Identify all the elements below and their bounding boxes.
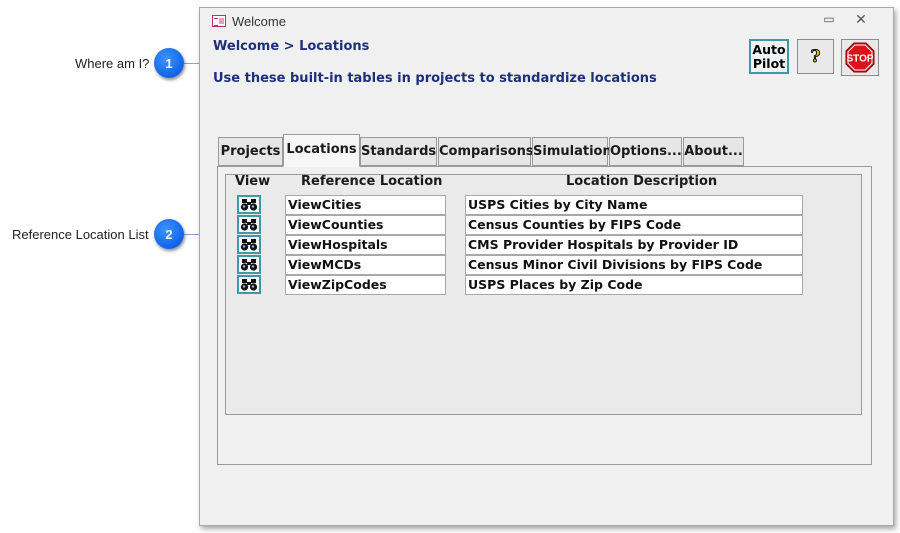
minimize-button[interactable]: ▭ xyxy=(820,12,838,30)
table-row-description: USPS Cities by City Name xyxy=(465,195,803,215)
close-button[interactable]: ✕ xyxy=(852,12,870,30)
stop-sign-icon: STOP xyxy=(845,42,875,73)
view-button-hospitals[interactable] xyxy=(237,235,261,254)
help-icon: ? xyxy=(810,47,821,68)
column-header-view: View xyxy=(235,174,271,189)
view-button-zipcodes[interactable] xyxy=(237,275,261,294)
welcome-window: Welcome ▭ ✕ Welcome > Locations Use thes… xyxy=(199,7,894,526)
binoculars-icon xyxy=(240,199,258,211)
window-title: Welcome xyxy=(232,14,286,29)
help-button[interactable]: ? xyxy=(797,39,834,74)
binoculars-icon xyxy=(240,259,258,271)
callout-label-2: Reference Location List xyxy=(12,227,149,242)
page-subtitle: Use these built-in tables in projects to… xyxy=(213,71,657,86)
table-row-location: ViewZipCodes xyxy=(285,275,446,295)
autopilot-label-line2: Pilot xyxy=(752,56,786,71)
table-row-location: ViewCities xyxy=(285,195,446,215)
table-row-location: ViewMCDs xyxy=(285,255,446,275)
form-icon xyxy=(212,15,226,27)
binoculars-icon xyxy=(240,239,258,251)
binoculars-icon xyxy=(240,219,258,231)
table-row-location: ViewCounties xyxy=(285,215,446,235)
callout-label-1: Where am I? xyxy=(75,56,150,71)
tab-standards[interactable]: Standards xyxy=(360,137,437,166)
tab-projects[interactable]: Projects xyxy=(218,137,283,166)
callout-badge-1: 1 xyxy=(154,48,184,78)
table-row-description: Census Counties by FIPS Code xyxy=(465,215,803,235)
callout-badge-2: 2 xyxy=(154,219,184,249)
view-button-mcds[interactable] xyxy=(237,255,261,274)
tab-comparisons[interactable]: Comparisons xyxy=(438,137,534,166)
title-bar: Welcome ▭ ✕ xyxy=(200,8,893,34)
stop-button[interactable]: STOP xyxy=(841,39,879,76)
view-button-counties[interactable] xyxy=(237,215,261,234)
breadcrumb: Welcome > Locations xyxy=(213,39,370,54)
stop-label: STOP xyxy=(846,54,873,65)
table-row-description: Census Minor Civil Divisions by FIPS Cod… xyxy=(465,255,803,275)
help-glyph: ? xyxy=(811,47,821,67)
binoculars-icon xyxy=(240,279,258,291)
column-header-reference-location: Reference Location xyxy=(301,174,443,189)
table-row-description: USPS Places by Zip Code xyxy=(465,275,803,295)
column-header-location-description: Location Description xyxy=(566,174,718,189)
view-button-cities[interactable] xyxy=(237,195,261,214)
tab-about[interactable]: About... xyxy=(683,137,744,166)
tab-simulation[interactable]: Simulation xyxy=(532,137,612,166)
autopilot-button[interactable]: Auto Pilot xyxy=(749,39,789,74)
table-row-location: ViewHospitals xyxy=(285,235,446,255)
autopilot-label-line1: Auto xyxy=(752,42,786,57)
table-row-description: CMS Provider Hospitals by Provider ID xyxy=(465,235,803,255)
tab-locations[interactable]: Locations xyxy=(283,134,360,167)
tab-options[interactable]: Options... xyxy=(609,137,682,166)
